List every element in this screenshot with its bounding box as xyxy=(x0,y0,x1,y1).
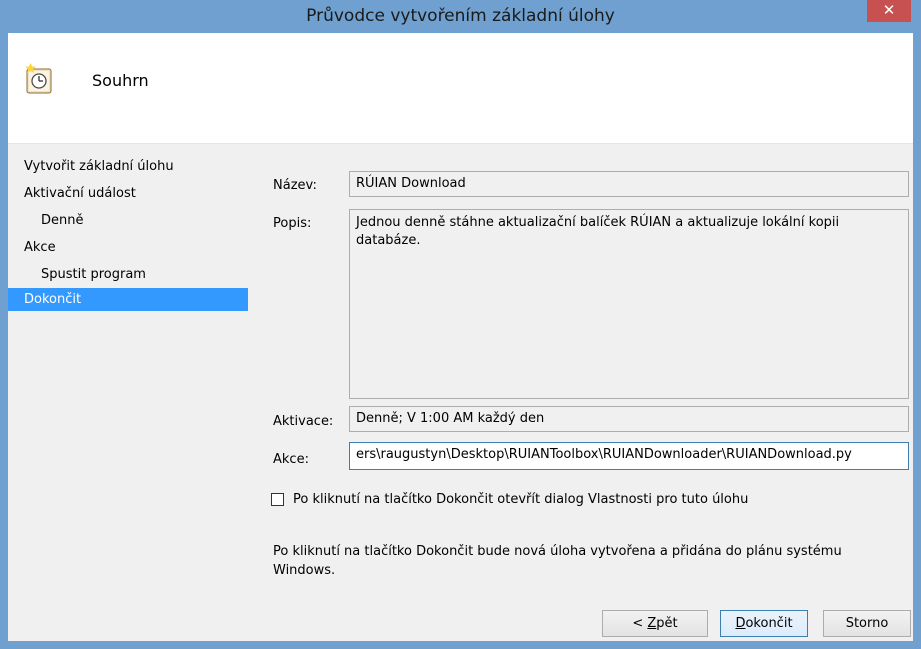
name-field[interactable]: RÚIAN Download xyxy=(349,171,909,197)
finish-button-accel: D xyxy=(735,616,746,631)
cancel-button[interactable]: Storno xyxy=(823,610,911,637)
action-field-text: ers\raugustyn\Desktop\RUIANToolbox\RUIAN… xyxy=(356,447,852,462)
trigger-field[interactable]: Denně; V 1:00 AM každý den xyxy=(349,406,909,432)
close-button[interactable]: ✕ xyxy=(867,0,911,22)
wizard-header: Souhrn xyxy=(8,33,913,144)
wizard-client-area: Souhrn Vytvořit základní úlohu Aktivační… xyxy=(8,33,913,641)
trigger-label: Aktivace: xyxy=(273,414,334,429)
open-properties-label[interactable]: Po kliknutí na tlačítko Dokončit otevřít… xyxy=(293,492,748,507)
back-button[interactable]: < Zpět xyxy=(602,610,708,637)
open-properties-checkbox[interactable] xyxy=(271,492,284,506)
finish-info-text: Po kliknutí na tlačítko Dokončit bude no… xyxy=(273,544,842,578)
close-icon: ✕ xyxy=(882,1,896,19)
step-start-program: Spustit program xyxy=(41,267,146,282)
title-bar[interactable]: Průvodce vytvořením základní úlohy ✕ xyxy=(0,0,921,33)
step-finish: Dokončit xyxy=(8,288,248,311)
wizard-steps-list: Vytvořit základní úlohu Aktivační událos… xyxy=(8,153,248,311)
action-label: Akce: xyxy=(273,452,309,467)
description-label: Popis: xyxy=(273,216,312,231)
back-button-rest: pět xyxy=(656,616,678,631)
finish-button-rest: okončit xyxy=(745,616,793,631)
action-field[interactable]: ers\raugustyn\Desktop\RUIANToolbox\RUIAN… xyxy=(349,442,909,470)
finish-button[interactable]: Dokončit xyxy=(720,610,808,637)
wizard-window: Průvodce vytvořením základní úlohy ✕ Sou… xyxy=(0,0,921,649)
step-daily: Denně xyxy=(41,213,84,228)
name-label: Název: xyxy=(273,178,317,193)
step-action: Akce xyxy=(24,240,56,255)
back-button-prefix: < xyxy=(632,616,648,631)
page-title: Souhrn xyxy=(92,71,149,90)
step-create-basic-task: Vytvořit základní úlohu xyxy=(24,159,174,174)
open-properties-option[interactable]: Po kliknutí na tlačítko Dokončit otevřít… xyxy=(271,490,748,508)
step-trigger: Aktivační událost xyxy=(24,186,136,201)
back-button-accel: Z xyxy=(647,616,657,631)
description-field[interactable]: Jednou denně stáhne aktualizační balíček… xyxy=(349,209,909,399)
task-scheduler-clock-icon xyxy=(25,63,52,94)
window-title: Průvodce vytvořením základní úlohy xyxy=(306,6,615,26)
